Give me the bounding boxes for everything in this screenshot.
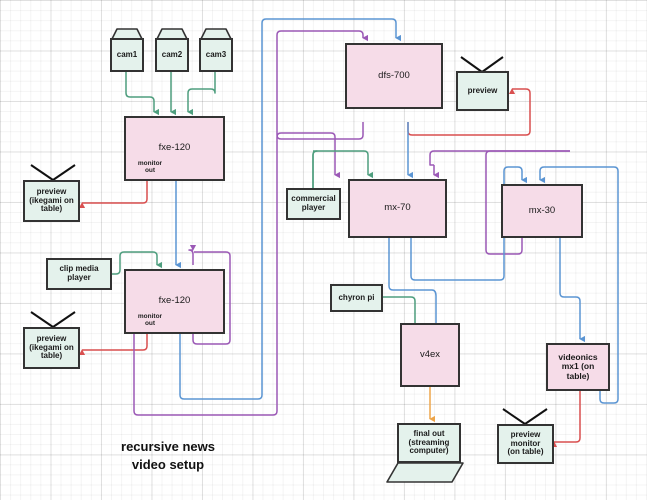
node-preview-ikegami-1[interactable]: preview (ikegami on table) [23,180,80,222]
fxe120-top-sub1: monitor [137,160,163,167]
wire-mx70-to-v4ex [388,238,442,337]
node-mx70[interactable]: mx-70 [348,179,447,238]
final-out-line3: computer) [409,446,449,456]
wire-cam1-to-fxe120top [125,72,160,116]
page-title: recursive news video setup [88,438,248,473]
node-cam2[interactable]: cam2 [155,38,189,72]
title-line1: recursive news [121,439,215,454]
node-cam3[interactable]: cam3 [199,38,233,72]
node-final-out[interactable]: final out (streaming computer) [397,423,461,463]
cam1-label: cam1 [116,49,138,59]
title-line2: video setup [131,456,205,472]
fxe120-top-sub2: out [144,167,156,175]
preview-ikegami-1-line3: table) [40,204,63,214]
fxe120-top-monitor-out-label: monitor out [128,160,172,174]
node-dfs700[interactable]: dfs-700 [345,43,443,109]
node-videonics-mx1[interactable]: videonics mx1 (on table) [546,343,610,391]
node-preview-ikegami-2[interactable]: preview (ikegami on table) [23,327,80,369]
commercial-player-line2: player [301,203,326,212]
node-cam1[interactable]: cam1 [110,38,144,72]
wire-into-fxe120bottom-purple [188,244,197,265]
v4ex-label: v4ex [419,348,441,360]
node-commercial-player[interactable]: commercial player [286,188,341,220]
wire-mx30-to-videonics [559,238,586,343]
fxe120-top-label: fxe-120 [158,142,191,154]
preview-ikegami-2-line3: table) [40,351,63,361]
mx70-label: mx-70 [384,202,411,214]
clip-media-player-line2: player [67,273,91,282]
diagram-canvas: cam1 cam2 cam3 fxe-120 monitor out previ… [0,0,647,500]
wire-cam3-to-fxe120top [187,72,216,116]
wire-fxe120top-to-preview1 [78,181,148,209]
wire-mx30-purple-return [429,150,570,166]
node-preview-dfs[interactable]: preview [456,71,509,111]
cam3-label: cam3 [205,49,227,59]
videonics-mx1-line3: table) [566,370,590,381]
fxe120-bottom-sub1: monitor [137,313,163,320]
node-mx30[interactable]: mx-30 [501,184,583,238]
node-preview-monitor-table[interactable]: preview monitor (on table) [497,424,554,464]
fxe120-bottom-label: fxe-120 [158,295,191,307]
preview-dfs-label: preview [467,85,498,95]
node-v4ex[interactable]: v4ex [400,323,460,387]
node-chyron-pi[interactable]: chyron pi [330,284,383,312]
final-out-laptop-base-icon [386,462,464,483]
preview-monitor-table-line3: (on table) [507,447,544,457]
fxe120-bottom-monitor-out-label: monitor out [128,313,172,327]
chyron-pi-label: chyron pi [338,292,375,302]
cam2-label: cam2 [161,49,183,59]
mx30-label: mx-30 [528,204,556,216]
fxe120-bottom-sub2: out [144,320,156,328]
wire-fxe120bottom-to-preview2 [78,334,148,356]
wire-videonics-to-previewmonitor [550,391,581,448]
node-clip-media-player[interactable]: clip media player [46,258,112,290]
dfs700-label: dfs-700 [378,69,410,81]
